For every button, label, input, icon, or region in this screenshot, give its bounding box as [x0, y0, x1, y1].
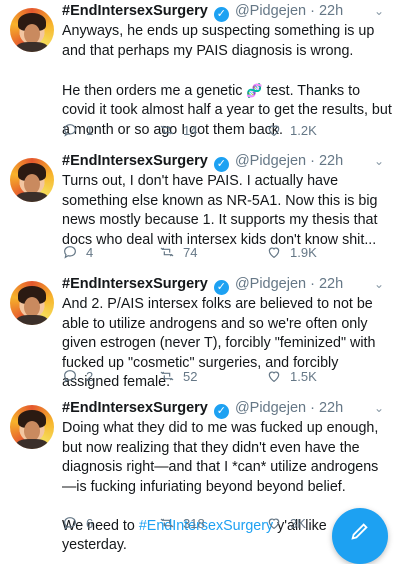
- handle[interactable]: @Pidgejen: [235, 276, 306, 292]
- reply-count: 1: [86, 122, 94, 138]
- reply-icon: [64, 246, 76, 259]
- retweet-icon: [160, 247, 174, 257]
- retweet-count: 74: [183, 244, 198, 260]
- timestamp[interactable]: 22h: [319, 400, 343, 416]
- display-name[interactable]: #EndIntersexSurgery: [62, 276, 208, 292]
- tweet-header: #EndIntersexSurgery ✓ @Pidgejen · 22h: [62, 276, 344, 295]
- retweet-icon: [160, 518, 174, 528]
- tweet[interactable]: #EndIntersexSurgery ✓ @Pidgejen · 22h ⌄ …: [0, 397, 400, 553]
- verified-icon: ✓: [213, 404, 229, 419]
- tweet-actions: 2 52 1.5K: [62, 368, 393, 401]
- timestamp[interactable]: 22h: [319, 3, 343, 19]
- verified-icon: ✓: [213, 7, 229, 22]
- tweet-actions: 4 74 1.9K: [62, 244, 393, 277]
- avatar[interactable]: [10, 405, 54, 449]
- tweet-header: #EndIntersexSurgery ✓ @Pidgejen · 22h: [62, 3, 344, 22]
- reply-button[interactable]: 2: [62, 368, 93, 384]
- like-icon: [268, 518, 280, 530]
- like-button[interactable]: 1.9K: [266, 244, 317, 260]
- reply-button[interactable]: 1: [62, 122, 93, 138]
- reply-icon: [64, 517, 76, 530]
- handle[interactable]: @Pidgejen: [235, 3, 306, 19]
- like-count: 3K: [290, 515, 306, 531]
- like-count: 1.2K: [290, 122, 317, 138]
- chevron-down-icon[interactable]: ⌄: [374, 277, 384, 291]
- retweet-count: 318: [183, 515, 205, 531]
- retweet-button[interactable]: 52: [159, 368, 197, 384]
- like-count: 1.9K: [290, 244, 317, 260]
- dna-emoji: 🧬: [246, 82, 263, 98]
- retweet-count: 14: [183, 122, 198, 138]
- tweet-actions: 1 14 1.2K: [62, 122, 393, 155]
- chevron-down-icon[interactable]: ⌄: [374, 4, 384, 18]
- like-icon: [268, 125, 280, 137]
- avatar[interactable]: [10, 8, 54, 52]
- retweet-button[interactable]: 14: [159, 122, 197, 138]
- reply-count: 4: [86, 244, 94, 260]
- verified-icon: ✓: [213, 280, 229, 295]
- like-count: 1.5K: [290, 368, 317, 384]
- handle[interactable]: @Pidgejen: [235, 153, 306, 169]
- like-icon: [268, 371, 280, 383]
- avatar[interactable]: [10, 158, 54, 202]
- avatar[interactable]: [10, 281, 54, 325]
- reply-count: 2: [86, 368, 94, 384]
- reply-button[interactable]: 6: [62, 515, 93, 531]
- reply-count: 6: [86, 515, 94, 531]
- tweet-header: #EndIntersexSurgery ✓ @Pidgejen · 22h: [62, 153, 344, 172]
- retweet-button[interactable]: 318: [159, 515, 205, 531]
- like-button[interactable]: 3K: [266, 515, 306, 531]
- compose-icon: [351, 523, 368, 540]
- like-button[interactable]: 1.5K: [266, 368, 317, 384]
- tweet-header: #EndIntersexSurgery ✓ @Pidgejen · 22h: [62, 400, 344, 419]
- handle[interactable]: @Pidgejen: [235, 400, 306, 416]
- retweet-icon: [160, 125, 174, 135]
- compose-button[interactable]: [332, 508, 388, 564]
- timestamp[interactable]: 22h: [319, 276, 343, 292]
- like-icon: [268, 247, 280, 259]
- retweet-button[interactable]: 74: [159, 244, 197, 260]
- chevron-down-icon[interactable]: ⌄: [374, 401, 384, 415]
- tweet[interactable]: #EndIntersexSurgery ✓ @Pidgejen · 22h ⌄ …: [0, 150, 400, 277]
- tweet[interactable]: #EndIntersexSurgery ✓ @Pidgejen · 22h ⌄ …: [0, 0, 400, 155]
- chevron-down-icon[interactable]: ⌄: [374, 154, 384, 168]
- verified-icon: ✓: [213, 157, 229, 172]
- display-name[interactable]: #EndIntersexSurgery: [62, 3, 208, 19]
- tweet-text: Turns out, I don't have PAIS. I actually…: [62, 173, 382, 248]
- reply-icon: [64, 124, 76, 137]
- display-name[interactable]: #EndIntersexSurgery: [62, 153, 208, 169]
- retweet-icon: [160, 371, 174, 381]
- display-name[interactable]: #EndIntersexSurgery: [62, 400, 208, 416]
- retweet-count: 52: [183, 368, 198, 384]
- timestamp[interactable]: 22h: [319, 153, 343, 169]
- reply-icon: [64, 370, 76, 383]
- reply-button[interactable]: 4: [62, 244, 93, 260]
- like-button[interactable]: 1.2K: [266, 122, 317, 138]
- tweet[interactable]: #EndIntersexSurgery ✓ @Pidgejen · 22h ⌄ …: [0, 273, 400, 401]
